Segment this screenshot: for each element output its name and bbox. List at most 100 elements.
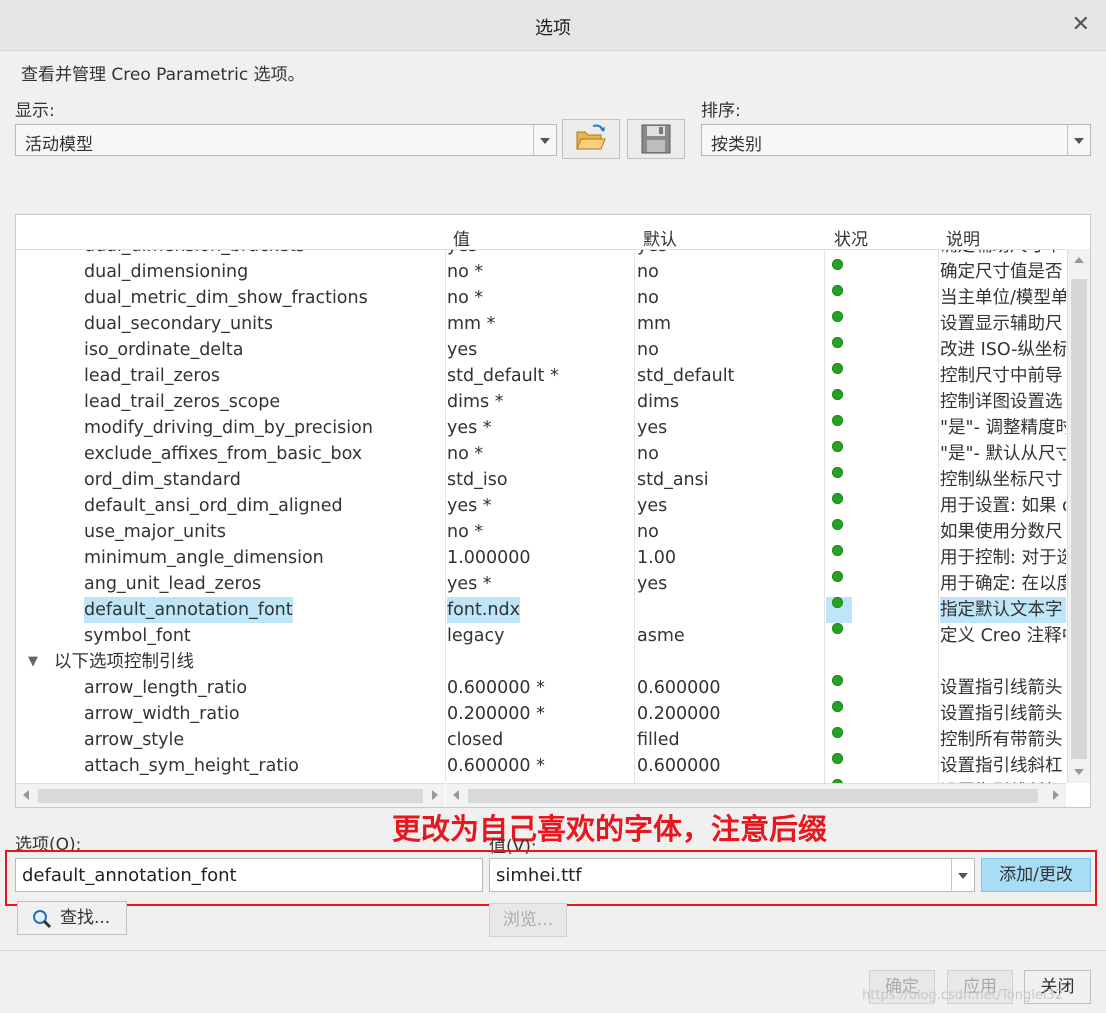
status-dot-icon	[832, 285, 843, 296]
options-table[interactable]: 值 默认 状况 说明 dual_dimension_bracketsyes *y…	[15, 214, 1091, 808]
option-name: minimum_angle_dimension	[84, 548, 324, 568]
option-value: yes *	[447, 249, 492, 259]
collapse-triangle-icon[interactable]: ▼	[28, 649, 38, 675]
option-default: yes	[637, 496, 668, 516]
browse-button[interactable]: 浏览...	[489, 903, 567, 937]
option-name: attach_sym_height_ratio	[84, 756, 299, 776]
table-row[interactable]: symbol_font legacy asme 定义 Creo 注释中	[16, 623, 1066, 649]
scroll-right-icon[interactable]	[1053, 790, 1059, 800]
status-dot-icon	[832, 467, 843, 478]
scroll-thumb[interactable]	[1071, 279, 1087, 759]
option-default: 0.600000	[637, 678, 721, 698]
open-folder-button[interactable]	[562, 119, 620, 159]
option-default: yes	[637, 249, 667, 259]
option-default: std_default	[637, 366, 735, 386]
table-row[interactable]: use_major_units no * no 如果使用分数尺	[16, 519, 1066, 545]
column-divider[interactable]	[445, 215, 446, 783]
option-description: 设置显示辅助尺	[940, 314, 1063, 334]
table-row[interactable]: dual_dimensioning no * no 确定尺寸值是否	[16, 259, 1066, 285]
table-row[interactable]: dual_dimension_brackets yes * yes 确定辅助尺寸中	[16, 249, 1066, 259]
vertical-scrollbar[interactable]	[1067, 249, 1090, 783]
chevron-down-icon[interactable]	[1067, 125, 1090, 155]
option-value: no *	[447, 288, 484, 308]
horizontal-scrollbar-left[interactable]	[16, 783, 445, 807]
table-row[interactable]: arrow_length_ratio 0.600000 * 0.600000 设置指引…	[16, 675, 1066, 701]
close-icon[interactable]: ✕	[1072, 12, 1090, 37]
scroll-left-icon[interactable]	[453, 790, 459, 800]
option-description: 用于确定: 在以度	[940, 574, 1066, 594]
table-row[interactable]: minimum_angle_dimension 1.000000 1.00 用于控制:…	[16, 545, 1066, 571]
option-description: 设置指引线箭头	[940, 678, 1063, 698]
scroll-right-icon[interactable]	[432, 790, 438, 800]
group-row[interactable]: ▼ 以下选项控制引线	[16, 649, 1066, 675]
table-row[interactable]: exclude_affixes_from_basic_box no * no "是"-…	[16, 441, 1066, 467]
option-default: mm	[637, 314, 672, 334]
status-dot-icon	[832, 363, 843, 374]
table-row[interactable]: dual_secondary_units mm * mm 设置显示辅助尺	[16, 311, 1066, 337]
scroll-thumb[interactable]	[38, 789, 423, 803]
save-button[interactable]	[627, 119, 685, 159]
column-divider[interactable]	[938, 215, 939, 783]
option-value: no *	[447, 262, 484, 282]
table-row[interactable]: ang_unit_lead_zeros yes * yes 用于确定: 在以度	[16, 571, 1066, 597]
option-value: 0.600000 *	[447, 678, 545, 698]
option-value: no *	[447, 522, 484, 542]
scroll-left-icon[interactable]	[23, 790, 29, 800]
option-description: 当主单位/模型单	[940, 288, 1066, 308]
table-row[interactable]: dual_metric_dim_show_fractions no * no 当主单位…	[16, 285, 1066, 311]
option-default: no	[637, 340, 659, 360]
option-default: dims	[637, 392, 680, 412]
status-dot-icon	[832, 311, 843, 322]
display-dropdown[interactable]: 活动模型	[15, 124, 557, 156]
table-row[interactable]: arrow_width_ratio 0.200000 * 0.200000 设置指引线…	[16, 701, 1066, 727]
option-default: no	[637, 288, 659, 308]
header-value[interactable]: 值	[453, 225, 470, 250]
find-button[interactable]: 查找...	[17, 901, 127, 935]
option-name: lead_trail_zeros	[84, 366, 221, 386]
option-value: std_iso	[447, 470, 508, 490]
scroll-down-icon[interactable]	[1074, 769, 1084, 775]
option-value: closed	[447, 730, 504, 750]
table-row[interactable]: default_ansi_ord_dim_aligned yes * yes 用于设置…	[16, 493, 1066, 519]
status-dot-icon	[832, 519, 843, 530]
horizontal-scrollbar-right[interactable]	[446, 783, 1066, 807]
status-dot-icon	[832, 259, 843, 270]
highlight-box	[5, 850, 1097, 906]
table-row[interactable]: lead_trail_zeros_scope dims * dims 控制详图设置选	[16, 389, 1066, 415]
status-dot-icon	[832, 545, 843, 556]
option-description: 设置指引线斜杠	[940, 756, 1063, 776]
find-button-label: 查找...	[60, 908, 111, 928]
header-status[interactable]: 状况	[834, 225, 868, 250]
table-row[interactable]: lead_trail_zeros std_default * std_default…	[16, 363, 1066, 389]
header-default[interactable]: 默认	[643, 225, 677, 250]
scroll-thumb[interactable]	[468, 789, 1038, 803]
table-row[interactable]: ord_dim_standard std_iso std_ansi 控制纵坐标尺寸	[16, 467, 1066, 493]
header-description[interactable]: 说明	[946, 225, 980, 250]
sort-dropdown[interactable]: 按类别	[701, 124, 1091, 156]
sort-value: 按类别	[711, 135, 762, 155]
status-dot-icon	[832, 753, 843, 764]
status-dot-icon	[832, 571, 843, 582]
display-label: 显示:	[15, 101, 55, 121]
table-row[interactable]: default_annotation_font font.ndx 指定默认文本字	[16, 597, 1066, 623]
table-row[interactable]: attach_sym_height_ratio 0.600000 * 0.60000…	[16, 753, 1066, 779]
title-bar: 选项 ✕	[0, 0, 1106, 51]
option-value: std_default *	[447, 366, 559, 386]
option-description: 控制详图设置选	[940, 392, 1063, 412]
option-value: dims *	[447, 392, 504, 412]
column-divider[interactable]	[634, 215, 635, 783]
chevron-down-icon[interactable]	[533, 125, 556, 155]
table-row[interactable]: iso_ordinate_delta yes no 改进 ISO-纵坐标	[16, 337, 1066, 363]
status-dot-icon	[832, 441, 843, 452]
option-name: ord_dim_standard	[84, 470, 241, 490]
option-default: asme	[637, 626, 685, 646]
table-row[interactable]: modify_driving_dim_by_precision yes * yes "…	[16, 415, 1066, 441]
option-description: 如果使用分数尺	[940, 522, 1063, 542]
option-description: 设置指引线箭头	[940, 704, 1063, 724]
option-value: 0.600000 *	[447, 756, 545, 776]
status-dot-icon	[832, 337, 843, 348]
table-row[interactable]: arrow_style closed filled 控制所有带箭头	[16, 727, 1066, 753]
column-divider[interactable]	[824, 215, 825, 783]
option-description: 指定默认文本字	[940, 597, 1066, 623]
scroll-up-icon[interactable]	[1074, 257, 1084, 263]
